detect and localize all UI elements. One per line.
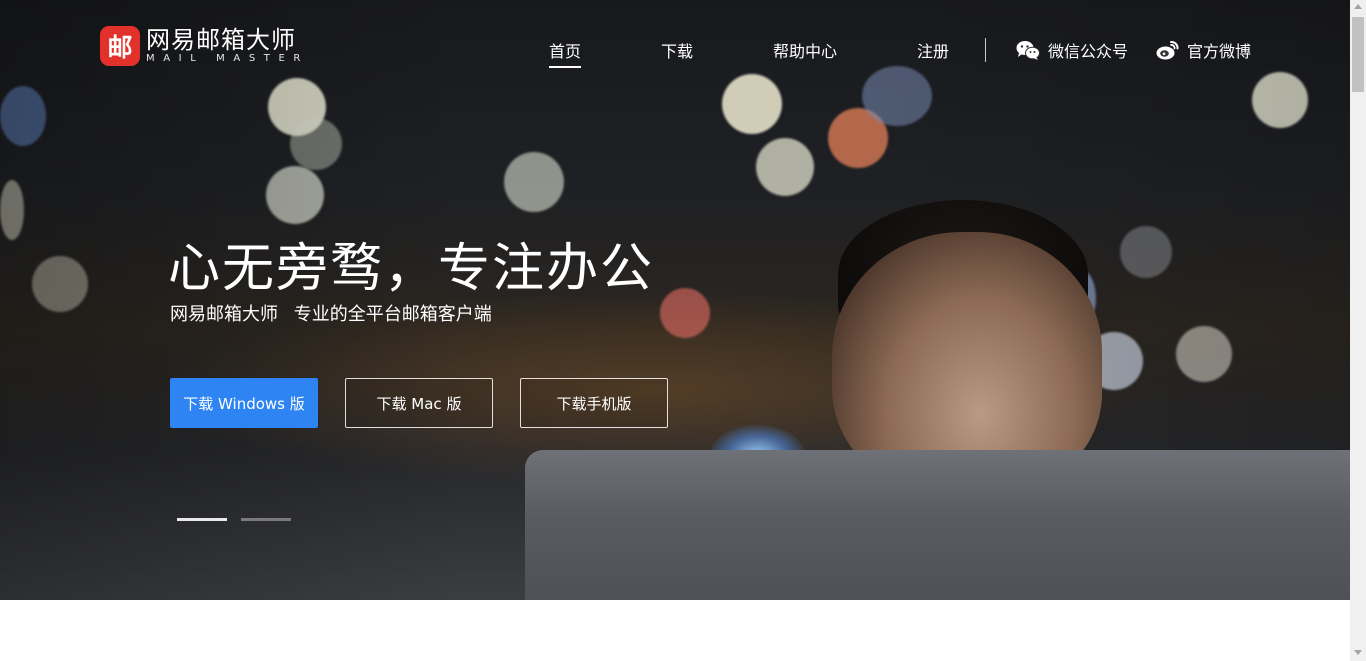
nav-divider	[985, 38, 986, 62]
nav-item-home[interactable]: 首页	[549, 38, 582, 68]
nav-item-register[interactable]: 注册	[917, 38, 949, 62]
brand-name-en: MAIL MASTER	[146, 53, 309, 64]
slide-indicator-2[interactable]	[241, 518, 291, 521]
laptop-screen-back	[525, 450, 1350, 600]
brand-name: 网易邮箱大师 MAIL MASTER	[146, 27, 309, 65]
page-scrollbar[interactable]	[1350, 0, 1366, 661]
download-mac-button[interactable]: 下载 Mac 版	[345, 378, 493, 428]
mail-logo-icon: 邮	[100, 26, 140, 66]
wechat-label: 微信公众号	[1048, 42, 1129, 61]
weibo-link[interactable]: 官方微博	[1156, 38, 1251, 62]
weibo-label: 官方微博	[1187, 42, 1252, 61]
slide-indicator-1[interactable]	[177, 518, 227, 521]
hero-headline: 心无旁骛，专注办公	[168, 239, 655, 299]
download-mobile-button[interactable]: 下载手机版	[520, 378, 668, 428]
download-windows-button[interactable]: 下载 Windows 版	[170, 378, 318, 428]
brand-name-cn: 网易邮箱大师	[146, 26, 296, 54]
hero-subline: 网易邮箱大师 专业的全平台邮箱客户端	[170, 304, 492, 325]
scroll-up-arrow-icon[interactable]	[1354, 4, 1362, 9]
nav-item-download[interactable]: 下载	[661, 38, 693, 62]
scrollbar-thumb[interactable]	[1352, 17, 1364, 92]
nav-item-help-center[interactable]: 帮助中心	[773, 38, 837, 62]
wechat-link[interactable]: 微信公众号	[1016, 38, 1128, 62]
brand-logo[interactable]: 邮 网易邮箱大师 MAIL MASTER	[100, 26, 309, 66]
weibo-icon	[1156, 41, 1179, 60]
scroll-down-arrow-icon[interactable]	[1354, 650, 1362, 655]
wechat-icon	[1016, 41, 1040, 60]
